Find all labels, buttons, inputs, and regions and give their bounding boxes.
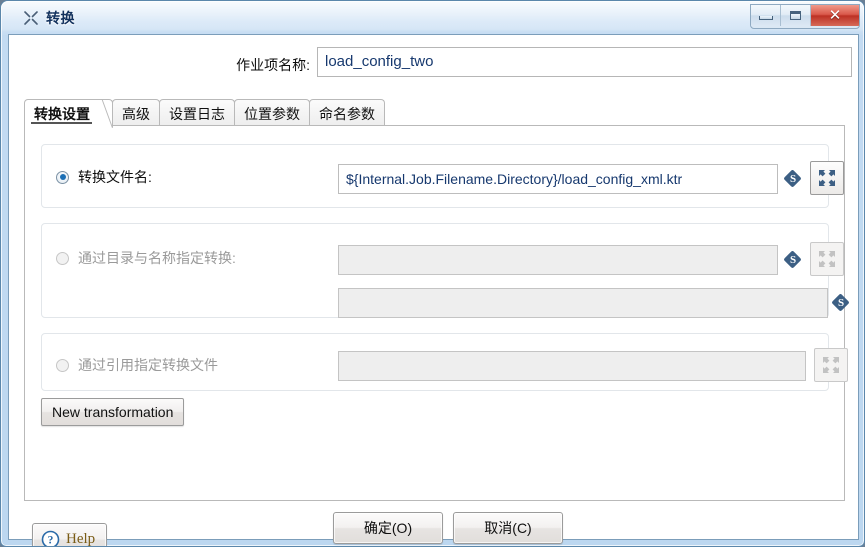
job-name-label: 作业项名称:	[236, 57, 310, 73]
transformation-directory-group: 通过目录与名称指定转换: S S	[41, 223, 850, 318]
radio-label-reference: 通过引用指定转换文件	[78, 357, 218, 373]
help-label: Help	[66, 531, 96, 547]
tab-transformation-settings[interactable]: 转换设置	[24, 99, 113, 128]
dialog-client-area: 作业项名称: load_config_two 转换设置 高级 设置日志 位置参数	[8, 34, 859, 546]
tab-folder: 转换设置 高级 设置日志 位置参数 命名参数 转换文件名: ${Internal…	[24, 97, 850, 501]
minimize-button[interactable]	[751, 5, 781, 26]
tab-label: 设置日志	[169, 105, 225, 122]
tab-label: 高级	[122, 105, 150, 122]
tab-label: 位置参数	[244, 105, 300, 122]
tab-label: 转换设置	[34, 105, 90, 122]
browse-folder-icon	[819, 170, 835, 186]
radio-row-filename[interactable]: 转换文件名:	[56, 167, 152, 187]
transformation-file-group: 转换文件名: ${Internal.Job.Filename.Directory…	[41, 144, 844, 208]
radio-transformation-filename[interactable]	[56, 170, 69, 184]
tab-shape	[81, 99, 113, 128]
transformation-name-input[interactable]	[338, 288, 828, 318]
browse-folder-icon	[819, 251, 835, 267]
window-controls: ✕	[750, 4, 860, 29]
svg-text:?: ?	[48, 535, 54, 547]
radio-label-directory: 通过目录与名称指定转换:	[78, 250, 236, 266]
browse-directory-button[interactable]	[810, 242, 844, 276]
radio-transformation-reference[interactable]	[56, 358, 69, 372]
transformation-reference-group: 通过引用指定转换文件	[41, 333, 848, 391]
tab-label: 命名参数	[319, 105, 375, 122]
browse-filename-button[interactable]	[810, 161, 844, 195]
maximize-icon	[790, 11, 801, 20]
job-name-input[interactable]: load_config_two	[317, 47, 852, 77]
browse-folder-icon	[823, 357, 839, 373]
close-icon: ✕	[828, 7, 842, 24]
transformation-icon	[23, 10, 39, 26]
transformation-filename-input[interactable]: ${Internal.Job.Filename.Directory}/load_…	[338, 164, 778, 194]
dollar-variable-icon[interactable]: S	[783, 250, 802, 269]
close-button[interactable]: ✕	[811, 5, 859, 26]
tab-body: 转换文件名: ${Internal.Job.Filename.Directory…	[24, 125, 850, 501]
radio-row-reference[interactable]: 通过引用指定转换文件	[56, 355, 218, 375]
minimize-icon	[758, 16, 773, 20]
radio-row-directory[interactable]: 通过目录与名称指定转换:	[56, 248, 236, 268]
ok-button[interactable]: 确定(O)	[333, 512, 443, 544]
tab-positional-parameters[interactable]: 位置参数	[234, 99, 310, 127]
tab-named-parameters[interactable]: 命名参数	[309, 99, 385, 127]
dollar-variable-icon[interactable]: S	[783, 169, 802, 188]
transformation-dialog-window: 转换 ✕ 作业项名称: load_config_two 转换设置 高级 设置日志…	[0, 0, 865, 547]
help-button[interactable]: ? Help	[32, 523, 108, 547]
tab-strip: 转换设置 高级 设置日志 位置参数 命名参数	[24, 97, 845, 128]
tab-logging-settings[interactable]: 设置日志	[159, 99, 235, 127]
radio-label-filename: 转换文件名:	[78, 169, 152, 185]
window-title: 转换	[46, 10, 75, 26]
tab-advanced[interactable]: 高级	[112, 99, 160, 127]
radio-transformation-directory[interactable]	[56, 251, 69, 265]
cancel-button[interactable]: 取消(C)	[453, 512, 563, 544]
title-bar[interactable]: 转换 ✕	[1, 1, 864, 34]
transformation-directory-input[interactable]	[338, 245, 778, 275]
question-mark-icon: ?	[41, 530, 60, 547]
new-transformation-button[interactable]: New transformation	[41, 398, 185, 426]
transformation-reference-input[interactable]	[338, 351, 806, 381]
dollar-variable-icon[interactable]: S	[831, 293, 850, 312]
maximize-button[interactable]	[781, 5, 811, 26]
browse-reference-button[interactable]	[814, 348, 848, 382]
